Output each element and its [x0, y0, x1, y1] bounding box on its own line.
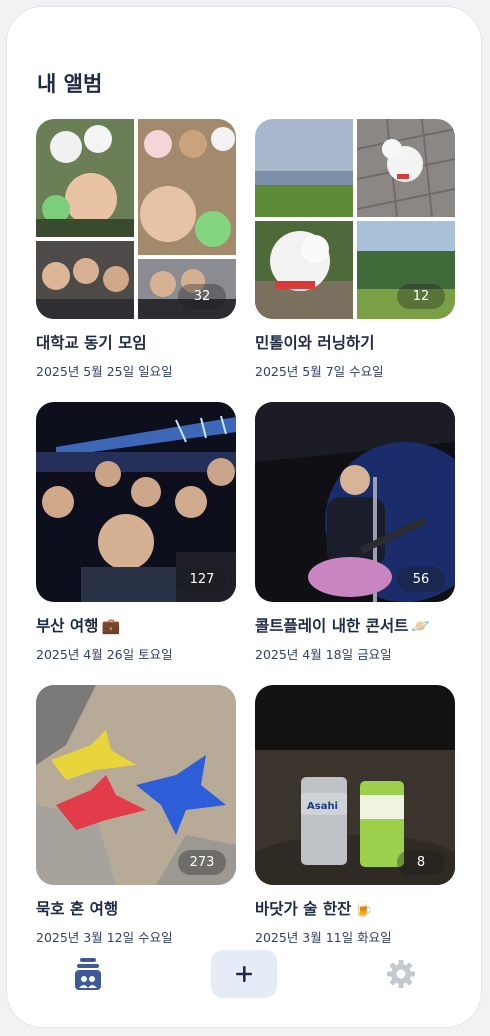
album-card[interactable]: 127 부산 여행 💼 2025년 4월 26일 토요일: [36, 402, 236, 663]
album-date: 2025년 3월 11일 화요일: [255, 930, 392, 945]
album-date: 2025년 5월 25일 일요일: [36, 364, 173, 379]
album-cover-collage: 12: [255, 119, 455, 319]
cover-photo-2: [357, 119, 455, 217]
album-card[interactable]: 32 대학교 동기 모임 2025년 5월 25일 일요일: [36, 119, 236, 380]
album-title: 콜트플레이 내한 콘서트 🪐: [255, 617, 431, 635]
album-card[interactable]: 273 묵호 혼 여행 2025년 3월 12일 수요일: [36, 685, 236, 946]
cover-photo-1: [36, 119, 134, 237]
albums-tab[interactable]: [70, 956, 106, 992]
page-title: 내 앨범: [37, 72, 103, 96]
beer-icon: 🍺: [354, 900, 374, 918]
suitcase-icon: 💼: [101, 617, 121, 635]
photo-count-badge: 32: [178, 284, 226, 309]
bottom-nav: [6, 946, 482, 1006]
photo-count-badge: 127: [178, 567, 226, 592]
add-album-button[interactable]: [211, 950, 277, 998]
app-screen: 내 앨범 32 대학교 동기 모임 2025년 5월 25일 일요일 12 민톨…: [6, 6, 482, 1028]
album-title: 묵호 혼 여행: [36, 900, 119, 918]
photo-count-badge: 8: [397, 850, 445, 875]
album-date: 2025년 3월 12일 수요일: [36, 930, 173, 945]
album-cover: Asahi 8: [255, 685, 455, 885]
cover-photo-3: [36, 241, 134, 319]
svg-text:Asahi: Asahi: [307, 801, 338, 812]
album-card[interactable]: Asahi 8 바닷가 술 한잔 🍺 2025년 3월 11일 화요일: [255, 685, 455, 946]
album-cover: 273: [36, 685, 236, 885]
photo-count-badge: 12: [397, 284, 445, 309]
album-cover: 56: [255, 402, 455, 602]
cover-photo-1: [255, 119, 353, 217]
cover-photo-2: [138, 119, 236, 255]
album-title: 민톨이와 러닝하기: [255, 334, 375, 352]
album-cover: 127: [36, 402, 236, 602]
planet-icon: 🪐: [411, 617, 431, 635]
photo-count-badge: 56: [397, 567, 445, 592]
cover-photo-3: [255, 221, 353, 319]
gear-icon: [387, 960, 415, 988]
settings-tab[interactable]: [383, 956, 419, 992]
album-title: 대학교 동기 모임: [36, 334, 147, 352]
album-card[interactable]: 12 민톨이와 러닝하기 2025년 5월 7일 수요일: [255, 119, 455, 380]
album-date: 2025년 4월 26일 토요일: [36, 647, 173, 662]
album-card[interactable]: 56 콜트플레이 내한 콘서트 🪐 2025년 4월 18일 금요일: [255, 402, 455, 663]
album-cover-collage: 32: [36, 119, 236, 319]
album-stack-icon: [75, 958, 101, 990]
plus-icon: [236, 966, 252, 982]
photo-count-badge: 273: [178, 850, 226, 875]
album-title: 부산 여행 💼: [36, 617, 121, 635]
album-date: 2025년 4월 18일 금요일: [255, 647, 392, 662]
album-date: 2025년 5월 7일 수요일: [255, 364, 384, 379]
album-title: 바닷가 술 한잔 🍺: [255, 900, 374, 918]
